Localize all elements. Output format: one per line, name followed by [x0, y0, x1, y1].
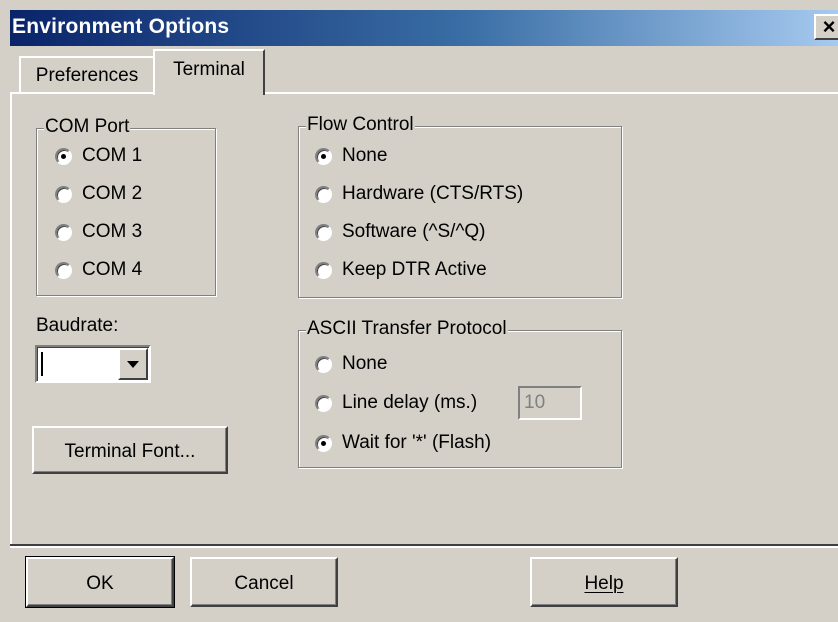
baudrate-label: Baudrate: — [36, 315, 119, 336]
button-label: Cancel — [234, 573, 294, 594]
radio-label: COM 3 — [82, 221, 143, 242]
radio-button[interactable] — [315, 262, 332, 279]
radio-button[interactable] — [55, 262, 72, 279]
radio-label: None — [342, 353, 388, 374]
radio-button[interactable] — [315, 356, 332, 373]
close-button[interactable]: × — [814, 14, 838, 40]
radio-button[interactable] — [55, 186, 72, 203]
chevron-down-icon — [127, 361, 139, 368]
button-label: Help — [584, 573, 624, 594]
dropdown-button[interactable] — [118, 348, 148, 380]
radio-label: Keep DTR Active — [342, 259, 487, 280]
radio-label: Software (^S/^Q) — [342, 221, 486, 242]
radio-label: COM 4 — [82, 259, 143, 280]
text-cursor — [41, 352, 43, 376]
cancel-button[interactable]: Cancel — [190, 557, 338, 607]
tab-terminal[interactable]: Terminal — [153, 49, 265, 95]
title-bar: Environment Options × — [10, 10, 838, 46]
window-title: Environment Options — [12, 15, 230, 38]
radio-button-checked[interactable] — [315, 435, 332, 452]
radio-button[interactable] — [55, 224, 72, 241]
radio-label: Hardware (CTS/RTS) — [342, 183, 524, 204]
line-delay-input[interactable]: 10 — [518, 386, 582, 420]
radio-button[interactable] — [315, 186, 332, 203]
tab-preferences[interactable]: Preferences — [19, 56, 155, 92]
ok-button[interactable]: OK — [25, 556, 175, 608]
group-legend: ASCII Transfer Protocol — [306, 318, 508, 340]
group-legend: Flow Control — [306, 114, 415, 136]
button-label: OK — [86, 573, 114, 594]
radio-button-checked[interactable] — [55, 148, 72, 165]
group-legend: COM Port — [44, 116, 131, 138]
radio-label: None — [342, 145, 388, 166]
help-button[interactable]: Help — [530, 557, 678, 607]
radio-button-checked[interactable] — [315, 148, 332, 165]
tab-label: Terminal — [173, 59, 245, 80]
radio-label: Wait for '*' (Flash) — [342, 432, 492, 453]
radio-label: Line delay (ms.) — [342, 392, 478, 413]
radio-label: COM 2 — [82, 183, 143, 204]
radio-label: COM 1 — [82, 145, 143, 166]
baudrate-select[interactable] — [35, 345, 151, 383]
button-label: Terminal Font... — [64, 441, 196, 462]
divider — [10, 544, 838, 548]
radio-button[interactable] — [315, 224, 332, 241]
radio-button[interactable] — [315, 395, 332, 412]
tab-label: Preferences — [35, 65, 139, 86]
terminal-font-button[interactable]: Terminal Font... — [32, 426, 228, 474]
